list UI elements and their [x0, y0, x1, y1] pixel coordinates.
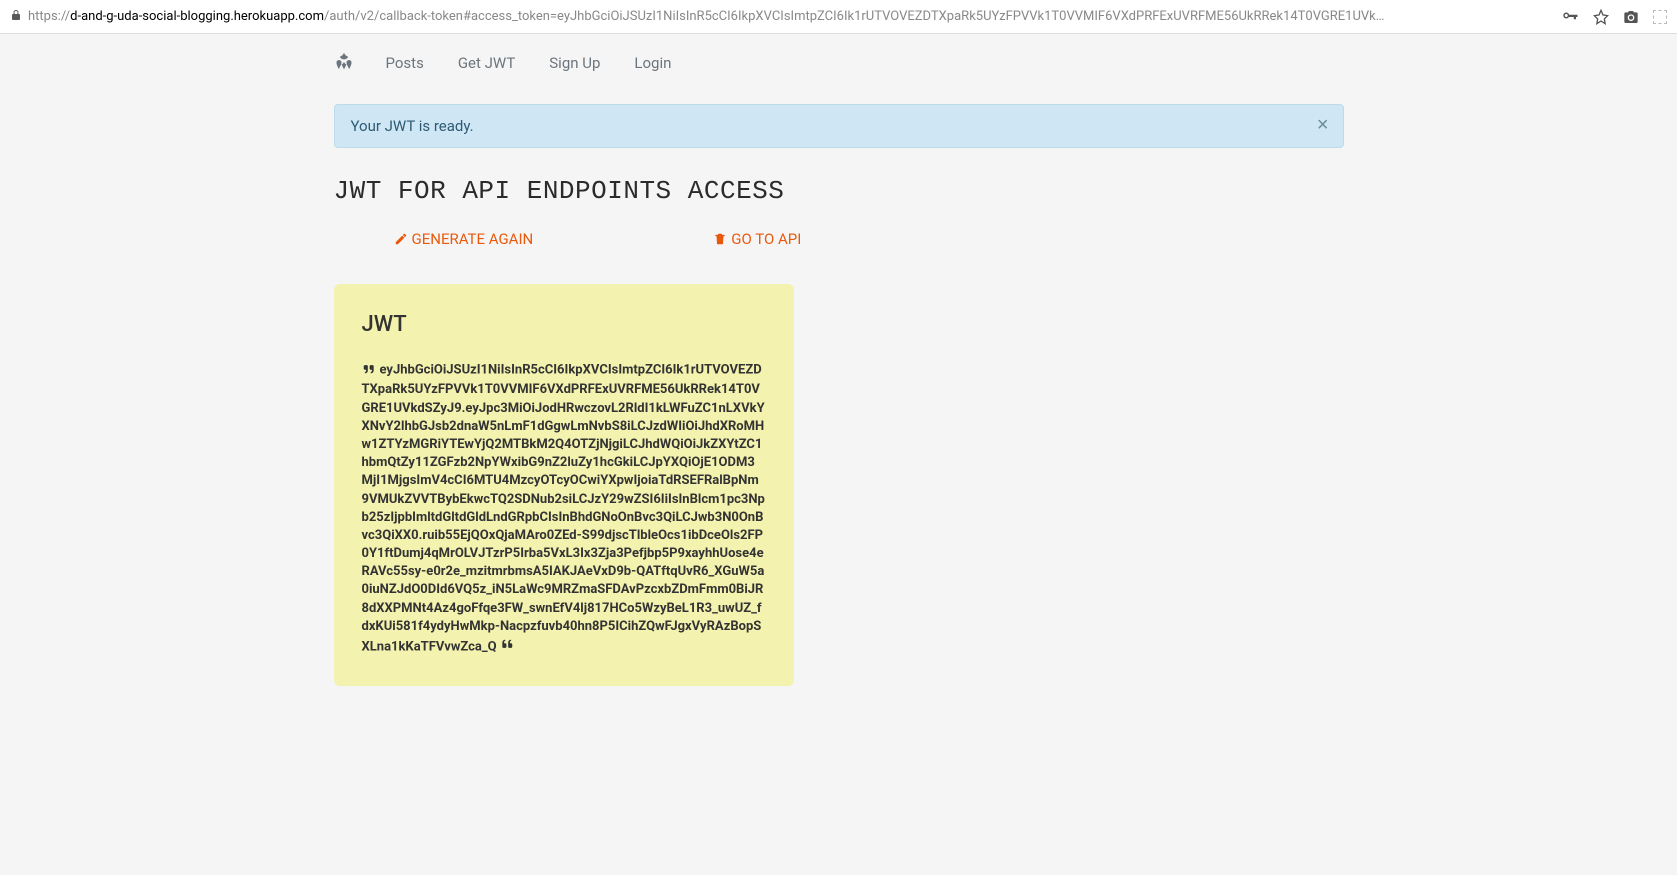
nav-posts[interactable]: Posts	[374, 48, 436, 78]
go-to-api-label: GO TO API	[731, 230, 801, 248]
jwt-card: JWT eyJhbGciOiJSUzI1NiIsInR5cCI6IkpXVCIs…	[334, 284, 794, 686]
alert-message: Your JWT is ready.	[351, 117, 474, 135]
action-bar: GENERATE AGAIN GO TO API	[394, 230, 1344, 248]
main-navbar: Posts Get JWT Sign Up Login	[334, 34, 1344, 92]
generate-again-label: GENERATE AGAIN	[412, 230, 534, 248]
generate-again-link[interactable]: GENERATE AGAIN	[394, 230, 534, 248]
quote-left-icon	[362, 360, 380, 379]
nav-sign-up[interactable]: Sign Up	[537, 48, 612, 78]
extension-icon[interactable]	[1653, 10, 1667, 24]
jwt-heading: JWT	[362, 312, 766, 337]
star-icon[interactable]	[1593, 9, 1609, 25]
lock-icon	[10, 9, 22, 24]
quote-right-icon	[500, 637, 514, 656]
browser-address-bar: https://d-and-g-uda-social-blogging.hero…	[0, 0, 1677, 34]
url-text[interactable]: https://d-and-g-uda-social-blogging.hero…	[28, 9, 1551, 24]
camera-icon[interactable]	[1623, 9, 1639, 25]
nav-get-jwt[interactable]: Get JWT	[446, 48, 527, 78]
edit-icon	[394, 232, 408, 246]
brand-icon[interactable]	[334, 51, 354, 76]
jwt-token-text: eyJhbGciOiJSUzI1NiIsInR5cCI6IkpXVCIsImtp…	[362, 363, 765, 655]
alert-info: Your JWT is ready. ×	[334, 104, 1344, 148]
alert-close-button[interactable]: ×	[1317, 115, 1329, 135]
jwt-token-block: eyJhbGciOiJSUzI1NiIsInR5cCI6IkpXVCIsImtp…	[362, 359, 766, 658]
key-icon[interactable]	[1561, 8, 1579, 26]
go-to-api-link[interactable]: GO TO API	[713, 230, 801, 248]
nav-login[interactable]: Login	[622, 48, 683, 78]
trash-icon	[713, 232, 727, 246]
page-title: JWT FOR API ENDPOINTS ACCESS	[334, 176, 1344, 206]
